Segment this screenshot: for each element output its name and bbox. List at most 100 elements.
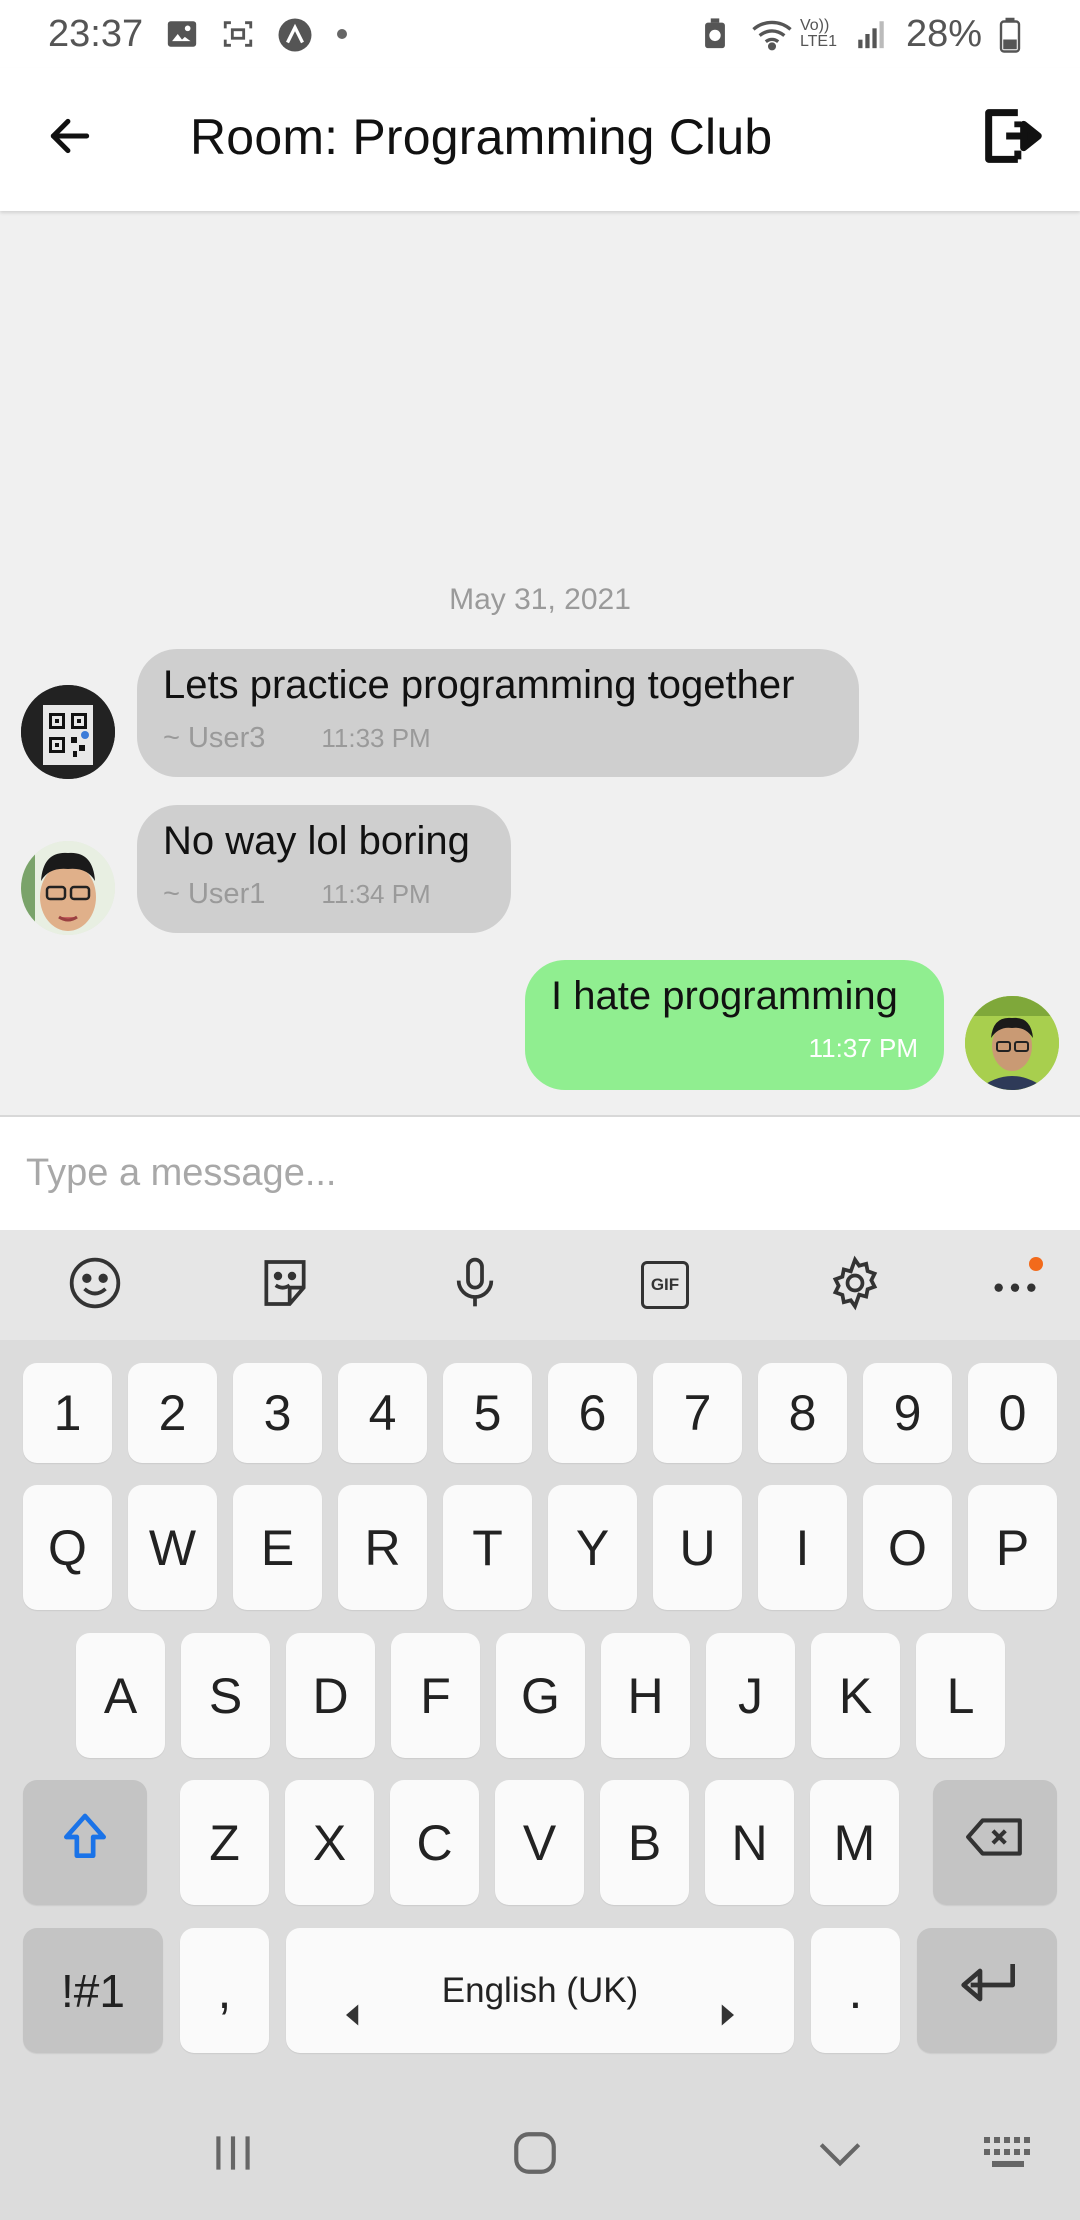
key-6[interactable]: 6: [548, 1363, 637, 1463]
key-i[interactable]: I: [758, 1485, 847, 1610]
key-8[interactable]: 8: [758, 1363, 847, 1463]
key-0[interactable]: 0: [968, 1363, 1057, 1463]
key-label: H: [627, 1667, 664, 1724]
shift-key[interactable]: [23, 1780, 147, 1905]
key-b[interactable]: B: [600, 1780, 689, 1905]
period-key[interactable]: .: [811, 1928, 900, 2053]
key-7[interactable]: 7: [653, 1363, 742, 1463]
avatar[interactable]: [965, 996, 1059, 1090]
key-m[interactable]: M: [810, 1780, 899, 1905]
key-9[interactable]: 9: [863, 1363, 952, 1463]
key-label: R: [364, 1519, 401, 1576]
message-text: Lets practice programming together: [163, 663, 795, 707]
symbols-key[interactable]: !#1: [23, 1928, 163, 2053]
key-label: 4: [368, 1385, 397, 1441]
page-title: Room: Programming Club: [190, 109, 773, 165]
key-q[interactable]: Q: [23, 1485, 112, 1610]
recent-apps-icon: [208, 2130, 258, 2181]
message-bubble[interactable]: Lets practice programming together ~ Use…: [137, 649, 859, 777]
key-j[interactable]: J: [706, 1633, 795, 1758]
message-bubble[interactable]: No way lol boring ~ User1 11:34 PM: [137, 805, 511, 933]
message-text: No way lol boring: [163, 819, 470, 863]
key-t[interactable]: T: [443, 1485, 532, 1610]
key-a[interactable]: A: [76, 1633, 165, 1758]
key-o[interactable]: O: [863, 1485, 952, 1610]
key-2[interactable]: 2: [128, 1363, 217, 1463]
key-label: K: [838, 1667, 873, 1724]
backspace-icon: [964, 1812, 1026, 1874]
message-sender: ~ User1: [163, 878, 266, 910]
key-label: U: [679, 1519, 716, 1576]
key-label: G: [521, 1667, 560, 1724]
key-label: D: [312, 1667, 349, 1724]
volte-label: Vo)) LTE1: [799, 17, 837, 50]
comma-key[interactable]: ,: [180, 1928, 269, 2053]
key-s[interactable]: S: [181, 1633, 270, 1758]
key-c[interactable]: C: [390, 1780, 479, 1905]
keyboard: GIF !#1 , English (UK) . 1 2 3 4 5 6 7 8…: [0, 1230, 1080, 2220]
key-d[interactable]: D: [286, 1633, 375, 1758]
back-button[interactable]: [36, 104, 104, 172]
avatar[interactable]: [21, 841, 115, 935]
battery-percent: 28%: [905, 12, 982, 55]
key-5[interactable]: 5: [443, 1363, 532, 1463]
key-x[interactable]: X: [285, 1780, 374, 1905]
leave-room-button[interactable]: [972, 98, 1052, 178]
enter-key[interactable]: [917, 1928, 1057, 2053]
key-1[interactable]: 1: [23, 1363, 112, 1463]
keyboard-settings-button[interactable]: [825, 1255, 885, 1315]
message-time: 11:34 PM: [321, 879, 431, 909]
key-label: X: [312, 1814, 347, 1871]
key-label: F: [420, 1667, 451, 1724]
key-label: B: [627, 1814, 662, 1871]
status-time: 23:37: [48, 12, 144, 55]
key-z[interactable]: Z: [180, 1780, 269, 1905]
cursor-left-icon: [346, 1980, 360, 2038]
key-r[interactable]: R: [338, 1485, 427, 1610]
key-label: 3: [263, 1385, 292, 1441]
key-h[interactable]: H: [601, 1633, 690, 1758]
gallery-icon: [165, 17, 199, 51]
key-u[interactable]: U: [653, 1485, 742, 1610]
key-f[interactable]: F: [391, 1633, 480, 1758]
chevron-down-icon: [815, 2133, 865, 2178]
logout-icon: [977, 101, 1047, 176]
key-w[interactable]: W: [128, 1485, 217, 1610]
emoji-button[interactable]: [65, 1255, 125, 1315]
recent-apps-button[interactable]: [198, 2120, 268, 2190]
key-3[interactable]: 3: [233, 1363, 322, 1463]
key-g[interactable]: G: [496, 1633, 585, 1758]
gif-button[interactable]: GIF: [635, 1255, 695, 1315]
key-label: 7: [683, 1385, 712, 1441]
key-v[interactable]: V: [495, 1780, 584, 1905]
symbols-key-label: !#1: [61, 1964, 125, 2017]
avatar[interactable]: [21, 685, 115, 779]
sticker-button[interactable]: [255, 1255, 315, 1315]
key-n[interactable]: N: [705, 1780, 794, 1905]
voice-input-button[interactable]: [445, 1255, 505, 1315]
more-options-button[interactable]: [985, 1255, 1045, 1315]
space-key[interactable]: English (UK): [286, 1928, 794, 2053]
key-label: Q: [48, 1519, 87, 1576]
period-key-label: .: [848, 1962, 863, 2019]
chat-messages[interactable]: May 31, 2021 Lets practice programming t…: [0, 211, 1080, 1115]
key-4[interactable]: 4: [338, 1363, 427, 1463]
arrow-left-icon: [45, 111, 95, 166]
key-p[interactable]: P: [968, 1485, 1057, 1610]
message-bubble[interactable]: I hate programming 11:37 PM: [525, 960, 944, 1090]
message-input[interactable]: [26, 1152, 1026, 1195]
home-button[interactable]: [500, 2120, 570, 2190]
sticker-icon: [257, 1255, 313, 1316]
key-y[interactable]: Y: [548, 1485, 637, 1610]
hide-keyboard-button[interactable]: [805, 2120, 875, 2190]
key-e[interactable]: E: [233, 1485, 322, 1610]
status-bar: 23:37 Vo)) LTE1 28%: [0, 0, 1080, 68]
key-k[interactable]: K: [811, 1633, 900, 1758]
backspace-key[interactable]: [933, 1780, 1057, 1905]
key-label: 8: [788, 1385, 817, 1441]
comma-key-label: ,: [217, 1962, 232, 2019]
shift-arrow-icon: [57, 1809, 113, 1877]
keyboard-switch-button[interactable]: [975, 2120, 1045, 2190]
gif-label: GIF: [650, 1275, 680, 1294]
key-l[interactable]: L: [916, 1633, 1005, 1758]
